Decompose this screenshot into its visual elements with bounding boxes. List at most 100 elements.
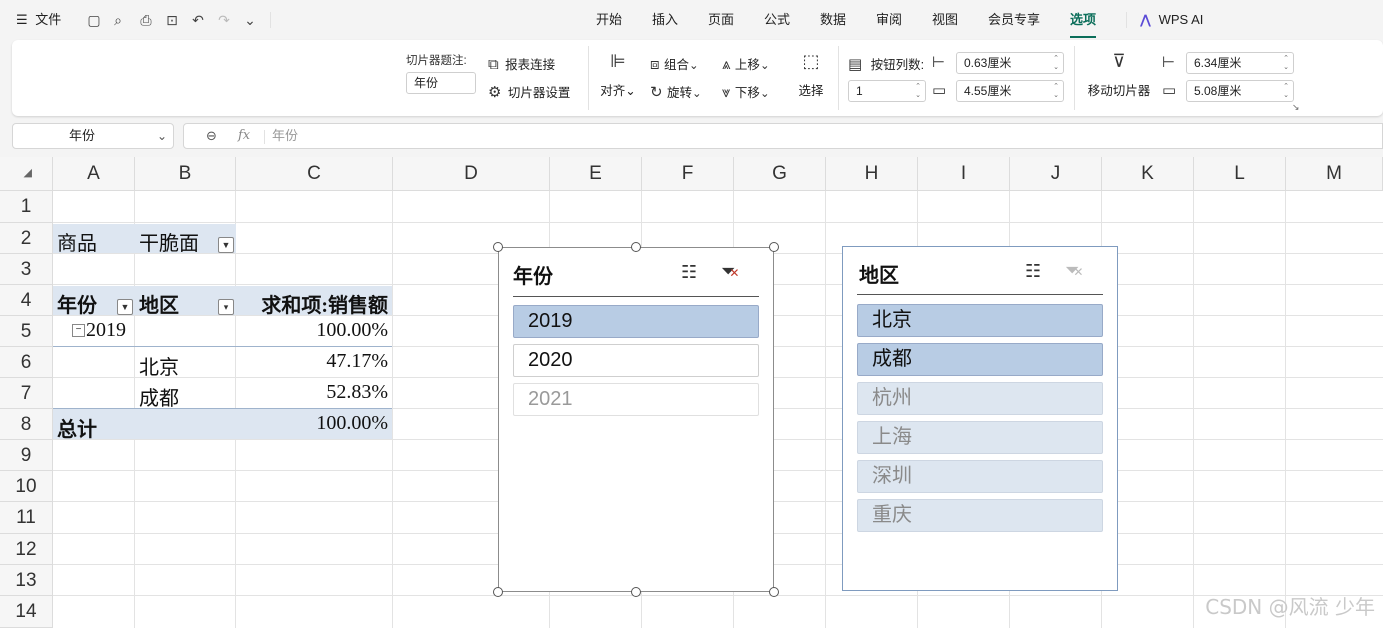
bring-forward-button[interactable]: ⩓ 上移⌄ xyxy=(722,54,770,74)
row-header-13[interactable]: 13 xyxy=(0,565,53,596)
column-header-l[interactable]: L xyxy=(1194,157,1286,191)
file-menu[interactable]: ☰ 文件 xyxy=(16,0,61,40)
column-header-h[interactable]: H xyxy=(826,157,918,191)
tab-member[interactable]: 会员专享 xyxy=(988,0,1040,40)
resize-handle[interactable] xyxy=(493,587,503,597)
filter-dropdown-icon[interactable]: ▼ xyxy=(218,237,234,253)
column-header-i[interactable]: I xyxy=(918,157,1010,191)
tab-page[interactable]: 页面 xyxy=(708,0,734,40)
row-header-5[interactable]: 5 xyxy=(0,316,53,347)
resize-handle[interactable] xyxy=(769,242,779,252)
slicer-item-shenzhen[interactable]: 深圳 xyxy=(857,460,1103,493)
column-header-c[interactable]: C xyxy=(236,157,393,191)
slicer-item-chengdu[interactable]: 成都 xyxy=(857,343,1103,376)
slicer-width-input[interactable]: 6.34厘米 ⌃ ⌄ xyxy=(1186,52,1294,74)
pivot-region-chengdu[interactable]: 成都 xyxy=(139,382,179,411)
tab-data[interactable]: 数据 xyxy=(820,0,846,40)
stepper-arrows-icon[interactable]: ⌃ ⌄ xyxy=(1282,82,1290,100)
column-header-b[interactable]: B xyxy=(135,157,236,191)
row-header-8[interactable]: 8 xyxy=(0,409,53,440)
pivot-grand-total-label[interactable]: 总计 xyxy=(57,413,97,442)
slicer-region[interactable]: 地区 ☷ ⏷✕ 北京 成都 杭州 上海 深圳 重庆 xyxy=(842,246,1118,591)
multi-select-icon[interactable]: ☷ xyxy=(1025,261,1041,281)
pivot-filter-label[interactable]: 商品 xyxy=(57,227,97,256)
name-box[interactable]: 年份 ⌄ xyxy=(12,123,174,149)
pivot-value-header[interactable]: 求和项:销售额 xyxy=(236,289,388,318)
filter-dropdown-icon[interactable]: ▾ xyxy=(218,299,234,315)
tab-home[interactable]: 开始 xyxy=(596,0,622,40)
tab-review[interactable]: 审阅 xyxy=(876,0,902,40)
tab-insert[interactable]: 插入 xyxy=(652,0,678,40)
stepper-arrows-icon[interactable]: ⌃ ⌄ xyxy=(914,82,922,100)
caption-input[interactable]: 年份 xyxy=(406,72,476,94)
row-header-9[interactable]: 9 xyxy=(0,440,53,471)
group-button[interactable]: ⧈ 组合⌄ xyxy=(650,54,699,74)
pivot-region-beijing-value[interactable]: 47.17% xyxy=(236,350,388,373)
pivot-row-header-year[interactable]: 年份 xyxy=(57,289,97,318)
row-header-11[interactable]: 11 xyxy=(0,502,53,534)
row-header-6[interactable]: 6 xyxy=(0,347,53,378)
select-all-corner[interactable]: ◢ xyxy=(0,157,53,191)
row-header-14[interactable]: 14 xyxy=(0,596,53,628)
slicer-item-2019[interactable]: 2019 xyxy=(513,305,759,338)
row-header-7[interactable]: 7 xyxy=(0,378,53,409)
column-header-e[interactable]: E xyxy=(550,157,642,191)
move-slicer-button[interactable]: ⊽ 移动切片器 xyxy=(1084,52,1154,99)
column-header-a[interactable]: A xyxy=(53,157,135,191)
zoom-icon[interactable]: ⊖ xyxy=(206,124,217,148)
clear-filter-icon[interactable]: ⏷✕ xyxy=(721,261,739,283)
slicer-item-hangzhou[interactable]: 杭州 xyxy=(857,382,1103,415)
filter-dropdown-icon[interactable]: ▼ xyxy=(117,299,133,315)
rotate-button[interactable]: ↻ 旋转⌄ xyxy=(650,82,702,102)
slicer-year[interactable]: 年份 ☷ ⏷✕ 2019 2020 2021 xyxy=(498,247,774,592)
column-header-g[interactable]: G xyxy=(734,157,826,191)
column-header-j[interactable]: J xyxy=(1010,157,1102,191)
column-header-d[interactable]: D xyxy=(393,157,550,191)
formula-content[interactable]: 年份 xyxy=(272,124,298,148)
stepper-arrows-icon[interactable]: ⌃ ⌄ xyxy=(1052,54,1060,72)
pivot-grand-total-value[interactable]: 100.00% xyxy=(236,412,388,435)
slicer-settings-button[interactable]: ⚙ 切片器设置 xyxy=(488,82,570,101)
pivot-filter-value[interactable]: 干脆面 xyxy=(139,227,199,256)
slicer-height-input[interactable]: 5.08厘米 ⌃ ⌄ xyxy=(1186,80,1294,102)
stepper-arrows-icon[interactable]: ⌃ ⌄ xyxy=(1052,82,1060,100)
align-button[interactable]: ⊫ 对齐⌄ xyxy=(600,52,636,99)
send-backward-button[interactable]: ⩔ 下移⌄ xyxy=(722,82,770,102)
row-header-2[interactable]: 2 xyxy=(0,223,53,254)
slicer-item-2020[interactable]: 2020 xyxy=(513,344,759,377)
row-header-3[interactable]: 3 xyxy=(0,254,53,285)
resize-handle[interactable] xyxy=(631,587,641,597)
pivot-year-2019[interactable]: 2019 xyxy=(86,319,126,342)
row-header-1[interactable]: 1 xyxy=(0,191,53,223)
wps-ai-button[interactable]: ⋀ WPS AI xyxy=(1140,0,1203,40)
slicer-item-2021[interactable]: 2021 xyxy=(513,383,759,416)
multi-select-icon[interactable]: ☷ xyxy=(681,262,697,282)
print-preview-icon[interactable]: ⊡ xyxy=(162,10,182,30)
dialog-launcher-icon[interactable]: ↘ xyxy=(1292,102,1300,113)
select-button[interactable]: ⬚ 选择 xyxy=(796,52,826,99)
column-header-m[interactable]: M xyxy=(1286,157,1383,191)
redo-icon[interactable]: ↷ xyxy=(214,10,234,30)
button-columns-input[interactable]: 1 ⌃ ⌄ xyxy=(848,80,926,102)
save-icon[interactable]: ▢ xyxy=(84,10,104,30)
fx-icon[interactable]: fx xyxy=(238,124,250,148)
clear-filter-icon[interactable]: ⏷✕ xyxy=(1065,260,1083,282)
row-header-4[interactable]: 4 xyxy=(0,285,53,316)
pivot-year-total[interactable]: 100.00% xyxy=(236,319,388,342)
chevron-down-icon[interactable]: ⌄ xyxy=(240,10,260,30)
tab-formula[interactable]: 公式 xyxy=(764,0,790,40)
pivot-row-header-region[interactable]: 地区 xyxy=(139,289,179,318)
row-header-12[interactable]: 12 xyxy=(0,534,53,565)
row-header-10[interactable]: 10 xyxy=(0,471,53,502)
column-header-k[interactable]: K xyxy=(1102,157,1194,191)
undo-icon[interactable]: ↶ xyxy=(188,10,208,30)
pivot-region-beijing[interactable]: 北京 xyxy=(139,351,179,380)
resize-handle[interactable] xyxy=(631,242,641,252)
column-header-f[interactable]: F xyxy=(642,157,734,191)
button-width-input[interactable]: 0.63厘米 ⌃ ⌄ xyxy=(956,52,1064,74)
resize-handle[interactable] xyxy=(769,587,779,597)
tab-view[interactable]: 视图 xyxy=(932,0,958,40)
stepper-arrows-icon[interactable]: ⌃ ⌄ xyxy=(1282,54,1290,72)
slicer-item-shanghai[interactable]: 上海 xyxy=(857,421,1103,454)
button-height-input[interactable]: 4.55厘米 ⌃ ⌄ xyxy=(956,80,1064,102)
